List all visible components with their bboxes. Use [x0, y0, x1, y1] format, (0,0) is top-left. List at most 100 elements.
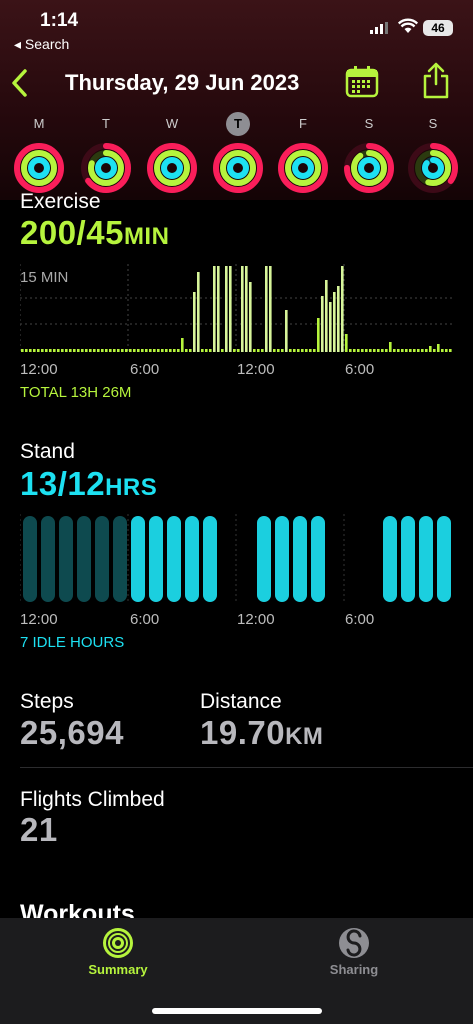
stand-hour-bar	[437, 516, 451, 602]
tab-summary-label: Summary	[88, 962, 148, 977]
day-4[interactable]: F	[276, 112, 330, 194]
exercise-bar	[161, 349, 164, 352]
exercise-bar	[197, 272, 200, 352]
calendar-icon[interactable]	[345, 65, 379, 99]
day-letter: T	[102, 116, 110, 131]
exercise-bar	[269, 266, 272, 352]
exercise-bar	[145, 349, 148, 352]
stand-hour-bar	[77, 516, 91, 602]
stand-chart	[20, 514, 451, 602]
day-0[interactable]: M	[12, 112, 66, 194]
exercise-bar	[153, 349, 156, 352]
back-to-search-link[interactable]: ◂ Search	[14, 36, 69, 53]
day-1[interactable]: T	[79, 112, 133, 194]
navigation-bar: Thursday, 29 Jun 2023	[0, 62, 473, 102]
exercise-bar	[357, 349, 360, 352]
exercise-bar	[333, 292, 336, 352]
stand-hour-bar	[131, 516, 145, 602]
exercise-bar	[441, 349, 444, 352]
exercise-bar	[241, 266, 244, 352]
day-5[interactable]: S	[342, 112, 396, 194]
exercise-bar	[449, 349, 452, 352]
tab-sharing[interactable]: Sharing	[294, 926, 414, 977]
stand-hour-bar	[41, 516, 55, 602]
activity-rings-icon	[344, 143, 394, 193]
exercise-bar	[429, 346, 432, 352]
exercise-axis-3: 6:00	[345, 361, 375, 378]
activity-rings-icon	[81, 143, 131, 193]
exercise-bar	[37, 349, 40, 352]
exercise-bar	[321, 296, 324, 352]
activity-rings-icon	[408, 143, 458, 193]
exercise-value: 200/45MIN	[20, 214, 169, 252]
back-chevron-icon[interactable]	[10, 68, 30, 98]
exercise-bar	[133, 349, 136, 352]
exercise-bar	[85, 349, 88, 352]
exercise-bar	[273, 349, 276, 352]
exercise-bar	[213, 266, 216, 352]
exercise-bar	[209, 349, 212, 352]
exercise-bar	[349, 349, 352, 352]
tab-sharing-label: Sharing	[329, 962, 379, 977]
flights-label: Flights Climbed	[20, 788, 165, 811]
stand-value: 13/12HRS	[20, 465, 157, 503]
exercise-bar	[293, 349, 296, 352]
summary-rings-icon	[103, 928, 133, 958]
day-6[interactable]: S	[406, 112, 460, 194]
stand-hour-bar	[23, 516, 37, 602]
cellular-signal-icon	[370, 22, 390, 34]
flights-value: 21	[20, 811, 58, 848]
exercise-bar	[297, 349, 300, 352]
exercise-axis-2: 12:00	[237, 361, 275, 378]
exercise-bar	[393, 349, 396, 352]
exercise-bar	[289, 349, 292, 352]
exercise-bar	[157, 349, 160, 352]
exercise-bar	[417, 349, 420, 352]
exercise-bar	[233, 349, 236, 352]
exercise-bar	[253, 349, 256, 352]
activity-rings-icon	[147, 143, 197, 193]
day-letter: S	[364, 116, 374, 131]
stand-axis-1: 6:00	[130, 611, 160, 628]
exercise-bar	[141, 349, 144, 352]
tab-summary[interactable]: Summary	[58, 926, 178, 977]
stand-hour-bar	[257, 516, 271, 602]
exercise-bar	[373, 349, 376, 352]
stand-hour-bar	[401, 516, 415, 602]
exercise-bar	[365, 349, 368, 352]
home-indicator	[152, 1008, 322, 1014]
exercise-bar	[165, 349, 168, 352]
exercise-bar	[185, 349, 188, 352]
stand-hour-bar	[167, 516, 181, 602]
exercise-bar	[169, 349, 172, 352]
exercise-bar	[381, 349, 384, 352]
exercise-bar	[341, 266, 344, 352]
battery-indicator: 46	[423, 20, 453, 36]
exercise-bar	[313, 349, 316, 352]
distance-value-unit: KM	[285, 723, 324, 750]
day-2[interactable]: W	[145, 112, 199, 194]
day-letter: M	[33, 116, 45, 131]
exercise-bar	[249, 282, 252, 352]
exercise-axis-1: 6:00	[130, 361, 160, 378]
exercise-bar	[229, 266, 232, 352]
exercise-chart	[20, 264, 453, 352]
stand-axis-2: 12:00	[237, 611, 275, 628]
exercise-bar	[445, 349, 448, 352]
exercise-bar	[29, 349, 32, 352]
stand-hour-bar	[113, 516, 127, 602]
exercise-bar	[93, 349, 96, 352]
stand-hour-bar	[149, 516, 163, 602]
day-3[interactable]: T	[211, 112, 265, 194]
exercise-bar	[201, 349, 204, 352]
stand-idle-hours: 7 IDLE HOURS	[20, 634, 125, 651]
exercise-bar	[337, 286, 340, 352]
share-icon[interactable]	[421, 62, 451, 100]
exercise-bar	[317, 318, 320, 352]
exercise-bar	[281, 349, 284, 352]
exercise-bar	[257, 349, 260, 352]
exercise-bar	[125, 349, 128, 352]
distance-value: 19.70KM	[200, 714, 323, 752]
stand-axis-0: 12:00	[20, 611, 58, 628]
stand-hour-bar	[275, 516, 289, 602]
